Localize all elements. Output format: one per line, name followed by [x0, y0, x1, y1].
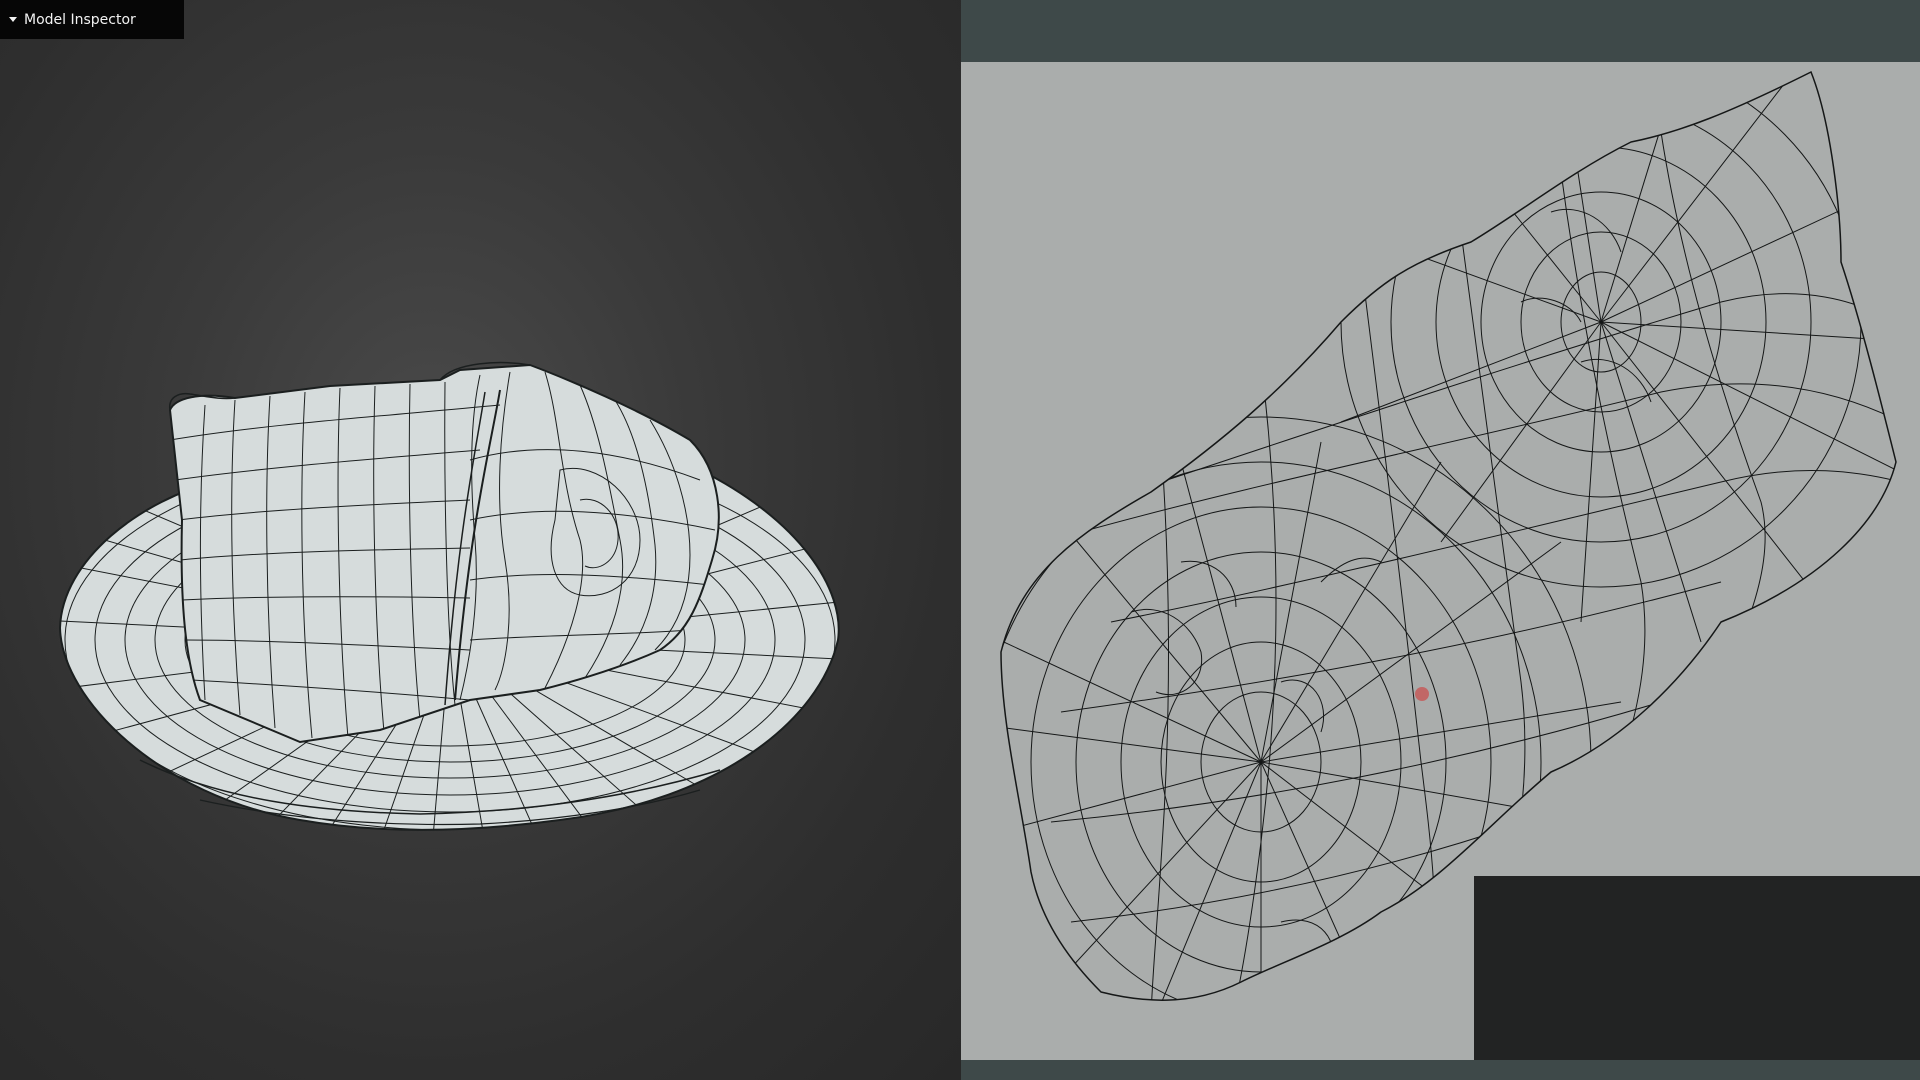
uv-editor-toolbar	[961, 0, 1920, 62]
model-inspector-toggle[interactable]: Model Inspector	[0, 0, 184, 39]
caret-down-icon	[9, 17, 17, 22]
uv-editor-panel[interactable]	[961, 0, 1920, 1080]
app-window: Model Inspector	[0, 0, 1920, 1080]
uv-cursor-marker	[1415, 687, 1429, 701]
hat-model	[58, 361, 840, 831]
model-inspector-label: Model Inspector	[24, 11, 136, 28]
uv-editor-statusbar	[961, 1060, 1920, 1080]
uv-preview-overlay	[1474, 876, 1920, 1080]
3d-viewport[interactable]: Model Inspector	[0, 0, 961, 1080]
